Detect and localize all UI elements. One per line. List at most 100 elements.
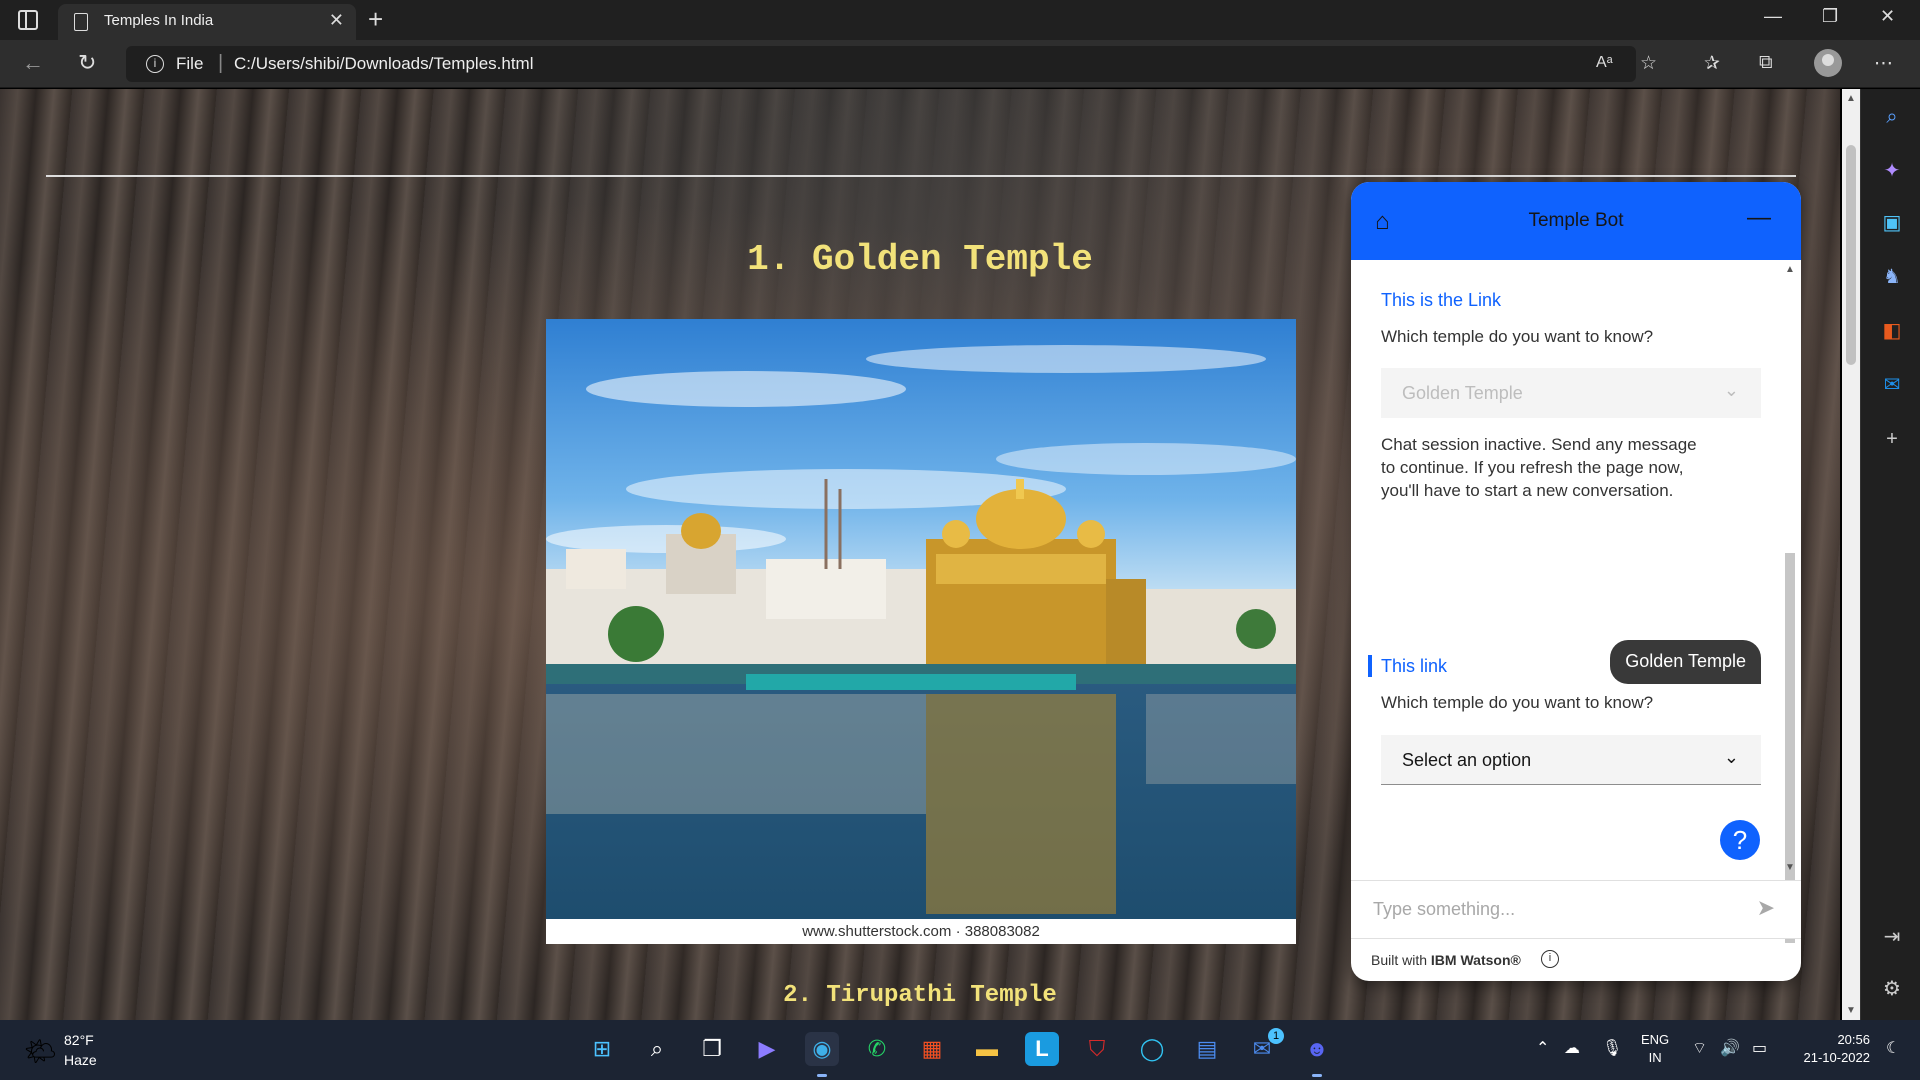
system-clock[interactable]: 20:56 21-10-2022 [1790,1031,1871,1067]
windows-taskbar: 🌤 82°F Haze ⊞ ⌕ ❐ ▶ ◉ ✆ ▦ ▬ L ⛉ ◯ ▤ ✉ 1 … [0,1020,1920,1080]
help-button[interactable]: ? [1720,820,1760,860]
mail-notification-badge: 1 [1268,1028,1284,1044]
document-icon [74,13,88,31]
browser-window: Temples In India ✕ + — ❐ ✕ ← ↻ i File | … [0,0,1920,1080]
inactive-notice: Chat session inactive. Send any message … [1381,435,1697,500]
task-view-icon[interactable]: ❐ [695,1032,729,1066]
clock-time: 20:56 [1837,1032,1870,1047]
message-question-2: Which temple do you want to know? [1381,693,1654,712]
onedrive-cloud-icon[interactable]: ☁ [1564,1038,1580,1058]
microsoft-store-icon[interactable]: ▦ [915,1032,949,1066]
favorites-icon[interactable]: ✰ [1704,52,1720,75]
send-icon[interactable]: ➤ [1757,895,1775,921]
address-bar[interactable]: i File | C:/Users/shibi/Downloads/Temple… [126,46,1636,82]
scrollbar-thumb[interactable] [1846,145,1856,365]
built-with-text: Built with IBM Watson® [1371,952,1521,968]
profile-avatar[interactable] [1814,49,1842,77]
wifi-icon[interactable]: ⌔ [1692,1038,1707,1058]
message-input[interactable]: Type something... ➤ [1351,880,1801,938]
user-message-bubble: Golden Temple [1610,640,1761,684]
edge-sidebar: ⌕ ✦ ▣ ♞ ◧ ✉ + ⇥ ⚙ [1860,89,1920,1020]
clock-date: 21-10-2022 [1803,1050,1871,1065]
copilot-icon[interactable]: ✦ [1880,159,1904,183]
hide-sidebar-icon[interactable]: ⇥ [1880,925,1904,949]
language-code: ENG [1641,1032,1670,1047]
scroll-up-arrow[interactable]: ▲ [1846,93,1856,104]
tab-actions-icon[interactable] [18,10,38,30]
temple-select-dropdown[interactable]: Select an option ⌄ [1381,735,1761,785]
shopping-icon[interactable]: ▣ [1880,211,1904,235]
minimize-chat-icon[interactable]: — [1747,204,1771,232]
add-icon[interactable]: + [1880,427,1904,451]
more-options-icon[interactable]: ⋯ [1874,52,1893,75]
tab-title: Temples In India [104,12,214,29]
dropdown-placeholder: Select an option [1402,750,1532,770]
footer-prefix: Built with [1371,952,1431,968]
chevron-down-icon[interactable]: ⌄ [1724,747,1739,768]
mcafee-icon[interactable]: ⛉ [1080,1032,1114,1066]
edge-browser-icon[interactable]: ◉ [805,1032,839,1077]
dropdown-value: Golden Temple [1402,383,1523,403]
office-icon[interactable]: ◧ [1880,319,1904,343]
message-link-2[interactable]: This link [1381,656,1447,677]
scheme-label: File [176,54,204,73]
input-placeholder[interactable]: Type something... [1373,899,1515,920]
l-app-icon[interactable]: L [1025,1032,1059,1066]
add-favorite-icon[interactable]: ☆ [1640,52,1657,75]
search-icon[interactable]: ⌕ [1880,105,1904,129]
message-link[interactable]: This is the Link [1381,290,1501,311]
chat-transcript: This is the Link Which temple do you wan… [1351,260,1801,880]
start-menu-icon[interactable]: ⊞ [585,1032,619,1066]
back-arrow-icon[interactable]: ← [22,50,44,76]
restore-button[interactable]: ❐ [1822,6,1838,27]
tab-temples-in-india[interactable]: Temples In India ✕ [58,4,356,40]
whatsapp-icon[interactable]: ✆ [860,1032,894,1066]
tab-bar: Temples In India ✕ + — ❐ ✕ [0,0,1920,40]
address-separator: | [218,52,224,74]
horizontal-rule [46,175,1796,177]
discord-icon[interactable]: ☻ [1300,1032,1334,1077]
page-scrollbar[interactable]: ▲ ▼ [1842,89,1860,1020]
settings-gear-icon[interactable]: ⚙ [1880,977,1904,1001]
weather-temperature[interactable]: 82°F [64,1032,94,1048]
weather-condition[interactable]: Haze [64,1052,97,1068]
collections-icon[interactable]: ⧉ [1759,52,1773,74]
read-aloud-icon[interactable]: Aᵃ [1596,54,1613,72]
new-tab-button[interactable]: + [368,4,383,35]
message-question: Which temple do you want to know? [1381,327,1654,346]
chat-scrollbar[interactable]: ▲ ▼ [1783,260,1797,943]
image-caption: www.shutterstock.com · 388083082 [546,919,1296,944]
url-text[interactable]: C:/Users/shibi/Downloads/Temples.html [234,54,534,74]
notepad-icon[interactable]: ▤ [1190,1032,1224,1066]
language-indicator[interactable]: ENG IN [1641,1031,1669,1067]
address-toolbar: ← ↻ i File | C:/Users/shibi/Downloads/Te… [0,40,1920,88]
outlook-icon[interactable]: ✉ [1880,373,1904,397]
golden-temple-photo [546,319,1296,919]
close-window-button[interactable]: ✕ [1880,6,1895,27]
notifications-icon[interactable]: ☾ [1886,1038,1900,1058]
refresh-icon[interactable]: ↻ [78,50,96,76]
games-icon[interactable]: ♞ [1880,265,1904,289]
info-icon[interactable]: i [1541,950,1559,968]
chevron-down-icon: ⌄ [1723,380,1739,400]
scroll-down-arrow[interactable]: ▼ [1846,1005,1856,1016]
microphone-icon[interactable]: 🎙 [1602,1038,1622,1058]
chat-scroll-down-arrow[interactable]: ▼ [1785,862,1795,873]
weather-haze-icon[interactable]: 🌤 [24,1036,57,1067]
file-explorer-icon[interactable]: ▬ [970,1032,1004,1066]
teams-chat-icon[interactable]: ▶ [750,1032,784,1066]
minimize-button[interactable]: — [1764,6,1782,27]
heading1-text: 1. Golden Temple [747,239,1093,280]
volume-icon[interactable]: 🔊 [1720,1038,1740,1058]
tab-close-icon[interactable]: ✕ [329,10,344,31]
show-hidden-icons-chevron[interactable]: ⌃ [1536,1038,1549,1058]
temple-select-dropdown-inactive: Golden Temple ⌄ [1381,368,1761,418]
alexa-icon[interactable]: ◯ [1135,1032,1169,1066]
golden-temple-illustration [546,345,1296,914]
footer-brand: IBM Watson® [1430,952,1521,968]
chat-scroll-up-arrow[interactable]: ▲ [1785,264,1795,275]
battery-icon[interactable]: ▭ [1752,1038,1767,1058]
search-taskbar-icon[interactable]: ⌕ [640,1032,674,1066]
site-info-icon[interactable]: i [146,55,164,73]
temple-heading-tirupathi: 2. Tirupathi Temple [783,982,1057,1009]
